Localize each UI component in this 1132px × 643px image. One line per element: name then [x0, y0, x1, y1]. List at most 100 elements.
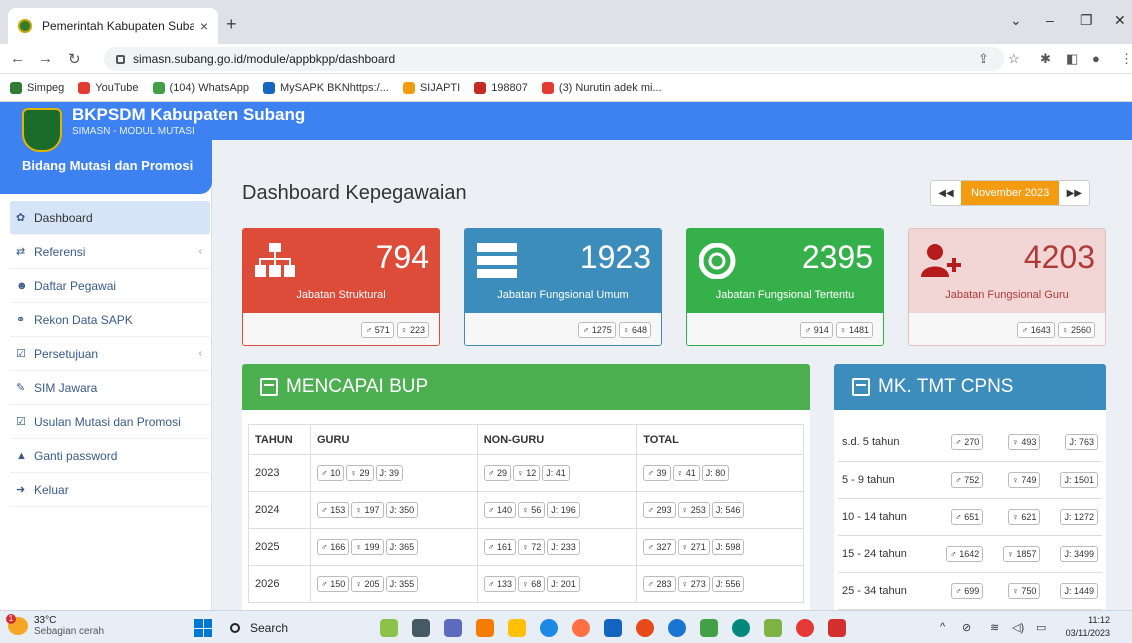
total-count-badge: J: 763 — [1065, 434, 1098, 451]
count-badge: J: 233 — [547, 539, 580, 555]
taskbar-search-label: Search — [250, 621, 289, 635]
file-explorer-icon[interactable] — [508, 619, 526, 637]
taskbar-app-icon[interactable] — [444, 619, 462, 637]
bookmark-star-icon[interactable]: ☆ — [1008, 51, 1020, 67]
bookmark-item[interactable]: SIJAPTI — [402, 81, 460, 94]
browser-tab[interactable]: Pemerintah Kabupaten Subang - × — [8, 8, 218, 44]
female-count-badge: ♀ 648 — [618, 322, 651, 338]
sidebar-item-daftar-pegawai[interactable]: ☻ Daftar Pegawai — [10, 269, 210, 303]
firefox-icon[interactable] — [572, 619, 590, 637]
battery-icon[interactable]: ▭ — [1036, 621, 1046, 634]
acrobat-icon[interactable] — [828, 619, 846, 637]
range-cell: 10 - 14 tahun — [838, 498, 931, 536]
wrench-icon: ✎ — [16, 382, 26, 394]
current-month[interactable]: November 2023 — [961, 181, 1060, 205]
stat-card[interactable]: 794 Jabatan Struktural ♂ 571 ♀ 223 — [242, 228, 440, 346]
extensions-icon[interactable]: ✱ — [1040, 51, 1051, 67]
count-badge: ♀ 68 — [518, 576, 546, 592]
tray-chevron-icon[interactable]: ^ — [940, 621, 945, 633]
bookmark-item[interactable]: (104) WhatsApp — [152, 81, 249, 94]
firefox-icon[interactable] — [636, 619, 654, 637]
bookmark-item[interactable]: (3) Nurutin adek mi... — [541, 81, 662, 94]
menu-kebab-icon[interactable]: ⋮ — [1120, 51, 1132, 67]
share-icon[interactable]: ⇪ — [978, 51, 989, 67]
column-header: TOTAL — [636, 424, 804, 455]
stat-card[interactable]: 2395 Jabatan Fungsional Tertentu ♂ 914 ♀ 14… — [686, 228, 884, 346]
sidebar-item-usulan-mutasi-dan-promosi[interactable]: ☑ Usulan Mutasi dan Promosi — [10, 405, 210, 439]
clock-date: 03/11/2023 — [1065, 628, 1110, 638]
windows-start-icon[interactable] — [194, 619, 212, 637]
sidebar-item-dashboard[interactable]: ✿ Dashboard — [10, 201, 210, 235]
excel-icon[interactable] — [700, 619, 718, 637]
count-badge: ♂ 153 — [317, 502, 350, 518]
chrome-icon[interactable] — [796, 619, 814, 637]
tray-app-icon[interactable]: ⊘ — [962, 621, 971, 634]
bookmark-item[interactable]: MySAPK BKNhttps:/... — [263, 81, 389, 94]
total-cell: ♂ 327 ♀ 271 J: 598 — [636, 528, 804, 566]
sidebar-item-keluar[interactable]: ➜ Keluar — [10, 473, 210, 507]
sidebar: Bidang Mutasi dan Promosi ✿ Dashboard ⇄ Ref… — [0, 102, 212, 610]
edge-icon[interactable] — [732, 619, 750, 637]
stat-label: Jabatan Struktural — [296, 289, 386, 301]
bup-table: TAHUN GURU NON-GURU TOTAL 2023 ♂ 10 ♀ 29 J: 39 ♂… — [248, 424, 804, 603]
prev-month-button[interactable]: ◀◀ — [931, 181, 961, 205]
tab-title: Pemerintah Kabupaten Subang - — [42, 19, 194, 33]
main-content: Dashboard Kepegawaian ◀◀ November 2023 ▶… — [218, 140, 1132, 610]
sidebar-item-referensi[interactable]: ⇄ Referensi ‹ — [10, 235, 210, 269]
count-badge: ♂ 161 — [483, 539, 517, 555]
url-field[interactable]: simasn.subang.go.id/module/appbkpp/dashb… — [104, 47, 1004, 71]
sidebar-item-rekon-data-sapk[interactable]: ⚭ Rekon Data SAPK — [10, 303, 210, 337]
taskbar-app-icon[interactable] — [380, 619, 398, 637]
forward-icon[interactable]: → — [38, 50, 53, 67]
male-count-badge: ♂ 752 — [950, 471, 984, 488]
total-cell: ♂ 283 ♀ 273 J: 556 — [636, 565, 804, 603]
restore-icon[interactable]: ❐ — [1080, 12, 1093, 29]
volume-icon[interactable]: ◁) — [1012, 621, 1024, 634]
sidebar-item-ganti-password[interactable]: ▲ Ganti password — [10, 439, 210, 473]
sidebar-item-label: Ganti password — [34, 448, 118, 463]
bookmark-item[interactable]: Simpeg — [10, 81, 64, 94]
tab-search-icon[interactable]: ⌄ — [1010, 12, 1022, 29]
count-badge: J: 350 — [385, 502, 419, 518]
profile-icon[interactable]: ● — [1092, 51, 1100, 66]
total-cell: ♂ 39 ♀ 41 J: 80 — [636, 454, 804, 492]
non-cell: ♂ 133 ♀ 68 J: 201 — [476, 565, 638, 603]
check-square-icon: ☑ — [16, 348, 26, 360]
users-icon: ☻ — [16, 279, 28, 292]
bookmarks-bar: Simpeg YouTube (104) WhatsApp MySAPK BKNhtt… — [0, 74, 1132, 102]
brand-title: BKPSDM Kabupaten Subang — [72, 105, 306, 124]
clock[interactable]: 11:12 03/11/2023 — [1060, 614, 1110, 640]
word-icon[interactable] — [604, 619, 622, 637]
back-icon[interactable]: ← — [10, 50, 25, 67]
non-cell: ♂ 161 ♀ 72 J: 233 — [476, 528, 638, 566]
taskbar-search[interactable]: Search — [220, 616, 340, 640]
taskbar-app-icon[interactable] — [412, 619, 430, 637]
stat-card-footer: ♂ 1275 ♀ 648 — [465, 313, 661, 345]
reload-icon[interactable]: ↻ — [68, 50, 81, 68]
stat-card[interactable]: 4203 Jabatan Fungsional Guru ♂ 1643 ♀ 2560 — [908, 228, 1106, 346]
sidepanel-icon[interactable]: ◧ — [1066, 51, 1078, 67]
count-badge: J: 39 — [375, 465, 404, 481]
zoom-icon[interactable] — [668, 619, 686, 637]
bookmark-item[interactable]: YouTube — [78, 81, 139, 94]
photoshop-icon[interactable] — [476, 619, 494, 637]
wifi-icon[interactable]: ≋ — [990, 621, 999, 634]
stat-card-body: 1923 Jabatan Fungsional Umum — [465, 229, 661, 313]
taskbar-app-icon[interactable] — [764, 619, 782, 637]
count-badge: ♀ 41 — [672, 465, 700, 481]
weather-widget[interactable]: 1 33°C Sebagian cerah — [6, 614, 104, 637]
window-close-icon[interactable]: ✕ — [1114, 12, 1126, 29]
minimize-icon[interactable]: – — [1046, 12, 1054, 28]
chrome-icon[interactable] — [540, 619, 558, 637]
calendar-icon — [852, 378, 870, 396]
sidebar-item-persetujuan[interactable]: ☑ Persetujuan ‹ — [10, 337, 210, 371]
tab-close-icon[interactable]: × — [200, 18, 208, 34]
next-month-button[interactable]: ▶▶ — [1059, 181, 1089, 205]
bookmark-item[interactable]: 198807 — [474, 81, 528, 94]
stat-card[interactable]: 1923 Jabatan Fungsional Umum ♂ 1275 ♀ 648 — [464, 228, 662, 346]
new-tab-button[interactable]: + — [226, 14, 237, 35]
bup-panel: MENCAPAI BUP TAHUN GURU NON-GURU TOTAL 2023 ♂… — [242, 364, 810, 610]
stat-card-body: 4203 Jabatan Fungsional Guru — [909, 229, 1105, 313]
sidebar-item-sim-jawara[interactable]: ✎ SIM Jawara — [10, 371, 210, 405]
brand[interactable]: BKPSDM Kabupaten Subang SIMASN - MODUL M… — [72, 105, 305, 137]
